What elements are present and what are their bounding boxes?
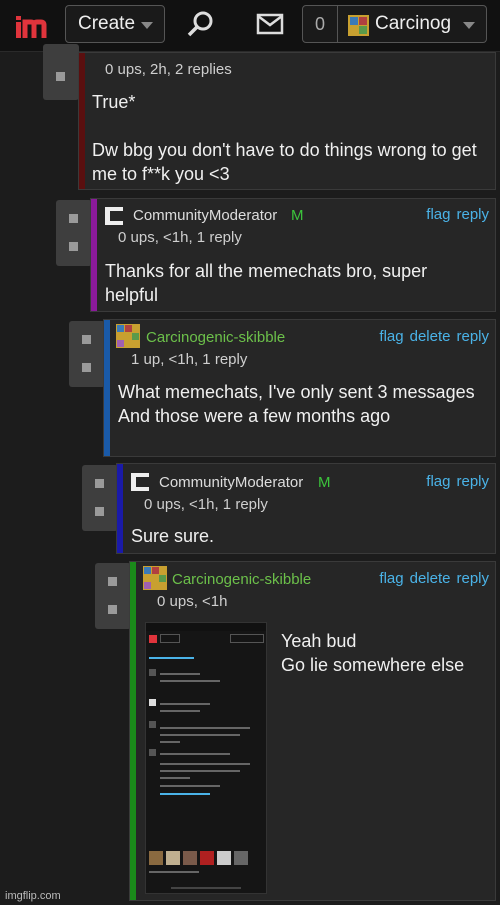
- comment: CommunityModerator M flag reply 0 ups, <1…: [90, 198, 496, 312]
- embedded-screenshot-image[interactable]: [145, 622, 267, 894]
- delete-link[interactable]: delete: [410, 570, 451, 587]
- moderator-avatar[interactable]: [103, 205, 125, 227]
- delete-link[interactable]: delete: [410, 328, 451, 345]
- upvote-icon[interactable]: [82, 335, 91, 344]
- downvote-icon[interactable]: [95, 507, 104, 516]
- comment-username[interactable]: Carcinogenic-skibble: [146, 329, 285, 346]
- moderator-avatar[interactable]: [129, 471, 151, 493]
- imgflip-watermark: imgflip.com: [5, 890, 61, 902]
- comment-meta: 0 ups, <1h, 1 reply: [118, 229, 242, 246]
- comment-username[interactable]: CommunityModerator: [133, 207, 277, 224]
- comment: Carcinogenic-skibble flag delete reply 1 u…: [103, 319, 496, 457]
- comment-body: True* Dw bbg you don't have to do things…: [92, 92, 477, 184]
- create-label: Create: [78, 13, 136, 34]
- comment-body: What memechats, I've only sent 3 message…: [118, 382, 475, 426]
- comment-meta: 0 ups, 2h, 2 replies: [105, 61, 232, 78]
- comment-meta: 1 up, <1h, 1 reply: [131, 351, 248, 368]
- create-button[interactable]: Create: [65, 5, 165, 43]
- comment-body: Sure sure.: [131, 526, 215, 546]
- thread-bar: [104, 320, 110, 456]
- search-icon[interactable]: [186, 9, 216, 39]
- upvote-icon[interactable]: [108, 577, 117, 586]
- comment-body: Yeah bud Go lie somewhere else: [281, 631, 465, 675]
- flag-link[interactable]: flag: [426, 206, 450, 223]
- vote-buttons: [95, 563, 131, 629]
- downvote-icon[interactable]: [82, 363, 91, 372]
- downvote-icon[interactable]: [108, 605, 117, 614]
- imgflip-logo[interactable]: [14, 10, 54, 42]
- vote-buttons: [56, 200, 92, 266]
- reply-link[interactable]: reply: [456, 206, 489, 223]
- comment-meta: 0 ups, <1h: [157, 593, 228, 610]
- comment-username[interactable]: Carcinogenic-skibble: [172, 571, 311, 588]
- comment-actions: flag reply: [420, 206, 489, 223]
- downvote-icon[interactable]: [69, 242, 78, 251]
- user-avatar: [348, 15, 369, 36]
- user-avatar[interactable]: [116, 324, 140, 348]
- moderator-badge: M: [291, 207, 304, 224]
- thread-bar: [130, 562, 136, 900]
- thread-bar: [117, 464, 123, 553]
- user-avatar[interactable]: [143, 566, 167, 590]
- thread-bar: [79, 53, 85, 189]
- comment-body: Thanks for all the memechats bro, super …: [105, 261, 428, 305]
- flag-link[interactable]: flag: [379, 570, 403, 587]
- notification-count[interactable]: 0: [302, 5, 338, 43]
- upvote-icon[interactable]: [69, 214, 78, 223]
- moderator-badge: M: [318, 474, 331, 491]
- comment: 0 ups, 2h, 2 replies True* Dw bbg you do…: [78, 52, 496, 190]
- upvote-icon[interactable]: [95, 479, 104, 488]
- reply-link[interactable]: reply: [456, 328, 489, 345]
- comment: CommunityModerator M flag reply 0 ups, <1…: [116, 463, 496, 554]
- flag-link[interactable]: flag: [426, 473, 450, 490]
- username-label: Carcinog: [375, 13, 452, 34]
- chevron-down-icon: [141, 22, 153, 29]
- vote-buttons: [43, 44, 79, 100]
- mail-icon[interactable]: [256, 13, 284, 35]
- reply-link[interactable]: reply: [456, 473, 489, 490]
- user-menu-button[interactable]: Carcinog: [338, 5, 487, 43]
- thread-bar: [91, 199, 97, 311]
- chevron-down-icon: [463, 22, 475, 29]
- comment-actions: flag reply: [420, 473, 489, 490]
- comment-actions: flag delete reply: [373, 328, 489, 345]
- comment-username[interactable]: CommunityModerator: [159, 474, 303, 491]
- vote-buttons: [82, 465, 118, 531]
- vote-buttons: [69, 321, 105, 387]
- comment-meta: 0 ups, <1h, 1 reply: [144, 496, 268, 513]
- upvote-icon[interactable]: [56, 72, 65, 81]
- reply-link[interactable]: reply: [456, 570, 489, 587]
- flag-link[interactable]: flag: [379, 328, 403, 345]
- comment-actions: flag delete reply: [373, 570, 489, 587]
